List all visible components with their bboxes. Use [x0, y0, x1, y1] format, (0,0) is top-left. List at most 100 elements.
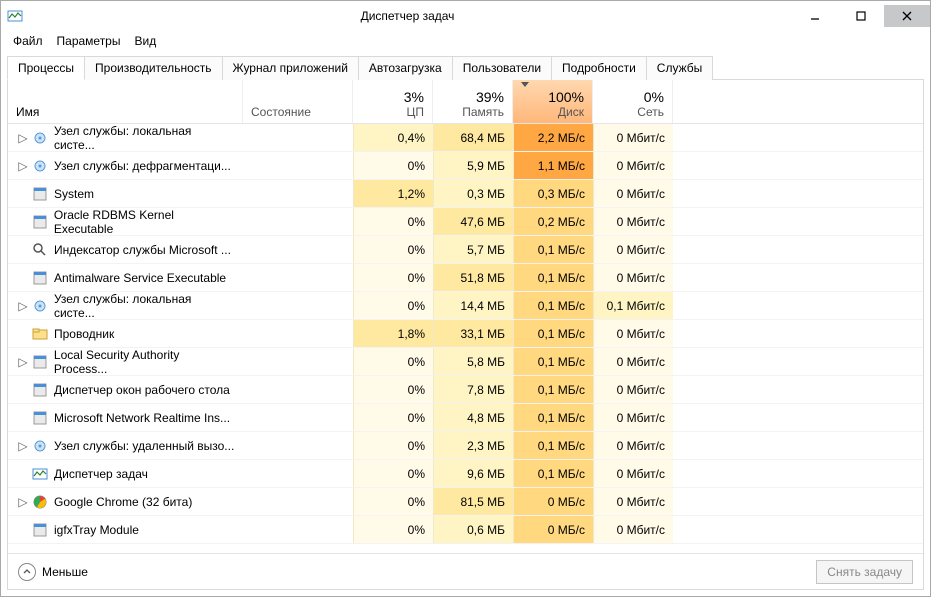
close-button[interactable] — [884, 5, 930, 27]
tab-users[interactable]: Пользователи — [452, 56, 552, 80]
col-cpu-label: ЦП — [361, 105, 424, 119]
process-icon — [32, 410, 48, 426]
expand-icon[interactable]: ▷ — [16, 439, 30, 453]
cell-disk: 0,1 МБ/с — [513, 404, 593, 431]
table-row[interactable]: System1,2%0,3 МБ0,3 МБ/с0 Мбит/с — [8, 180, 923, 208]
col-name[interactable]: Имя — [8, 80, 243, 123]
tab-details[interactable]: Подробности — [551, 56, 647, 80]
fewer-label: Меньше — [42, 565, 88, 579]
end-task-button[interactable]: Снять задачу — [816, 560, 913, 584]
cell-status — [243, 376, 353, 403]
table-row[interactable]: Antimalware Service Executable 0%51,8 МБ 0… — [8, 264, 923, 292]
expand-icon[interactable]: ▷ — [16, 159, 30, 173]
tab-processes[interactable]: Процессы — [7, 56, 85, 80]
process-name: Узел службы: локальная систе... — [54, 292, 235, 320]
cell-disk: 0,2 МБ/с — [513, 208, 593, 235]
window-controls — [792, 5, 930, 27]
menu-options[interactable]: Параметры — [57, 34, 121, 48]
cell-memory: 2,3 МБ — [433, 432, 513, 459]
tab-app-history[interactable]: Журнал приложений — [222, 56, 359, 80]
process-name: Проводник — [54, 327, 114, 341]
col-memory[interactable]: 39% Память — [433, 80, 513, 123]
process-icon — [32, 438, 48, 454]
process-name: Antimalware Service Executable — [54, 271, 226, 285]
process-view: Имя Состояние 3% ЦП 39% Память 100% Диск… — [7, 80, 924, 590]
cell-network: 0 Мбит/с — [593, 264, 673, 291]
table-row[interactable]: Oracle RDBMS Kernel Executable0%47,6 МБ0… — [8, 208, 923, 236]
table-row[interactable]: ▷Узел службы: удаленный вызо...0%2,3 МБ0… — [8, 432, 923, 460]
process-icon — [32, 354, 48, 370]
process-name: Узел службы: дефрагментаци... — [54, 159, 231, 173]
cell-name: ▷Узел службы: локальная систе... — [8, 124, 243, 151]
cell-name: Диспетчер окон рабочего стола — [8, 376, 243, 403]
cell-name: ▷Local Security Authority Process... — [8, 348, 243, 375]
expand-icon[interactable]: ▷ — [16, 131, 30, 145]
expand-icon[interactable]: ▷ — [16, 299, 30, 313]
process-name: Узел службы: удаленный вызо... — [54, 439, 234, 453]
process-name: igfxTray Module — [54, 523, 139, 537]
cell-memory: 33,1 МБ — [433, 320, 513, 347]
cell-status — [243, 516, 353, 543]
cell-cpu: 0% — [353, 516, 433, 543]
cell-disk: 0 МБ/с — [513, 516, 593, 543]
table-row[interactable]: ▷Узел службы: локальная систе...0%14,4 М… — [8, 292, 923, 320]
process-list[interactable]: ▷Узел службы: локальная систе...0,4%68,4… — [8, 124, 923, 553]
table-row[interactable]: Диспетчер задач0%9,6 МБ0,1 МБ/с0 Мбит/с — [8, 460, 923, 488]
cell-cpu: 0% — [353, 264, 433, 291]
cell-network: 0 Мбит/с — [593, 320, 673, 347]
cell-status — [243, 152, 353, 179]
expand-icon[interactable]: ▷ — [16, 355, 30, 369]
table-row[interactable]: ▷Google Chrome (32 бита)0%81,5 МБ0 МБ/с0… — [8, 488, 923, 516]
minimize-button[interactable] — [792, 5, 838, 27]
maximize-button[interactable] — [838, 5, 884, 27]
fewer-details-button[interactable]: Меньше — [18, 563, 88, 581]
tab-startup[interactable]: Автозагрузка — [358, 56, 453, 80]
cell-name: System — [8, 180, 243, 207]
table-row[interactable]: Проводник1,8%33,1 МБ0,1 МБ/с0 Мбит/с — [8, 320, 923, 348]
col-disk-label: Диск — [521, 105, 584, 119]
menu-view[interactable]: Вид — [134, 34, 156, 48]
titlebar: Диспетчер задач — [1, 1, 930, 31]
table-row[interactable]: ▷Local Security Authority Process...0%5,… — [8, 348, 923, 376]
cell-network: 0 Мбит/с — [593, 180, 673, 207]
tab-performance[interactable]: Производительность — [84, 56, 222, 80]
table-row[interactable]: Индексатор службы Microsoft ...0%5,7 МБ0… — [8, 236, 923, 264]
cell-memory: 51,8 МБ — [433, 264, 513, 291]
cell-cpu: 0% — [353, 488, 433, 515]
cell-memory: 68,4 МБ — [433, 124, 513, 151]
table-row[interactable]: ▷Узел службы: локальная систе...0,4%68,4… — [8, 124, 923, 152]
process-icon — [32, 326, 48, 342]
process-icon — [32, 214, 48, 230]
cell-memory: 9,6 МБ — [433, 460, 513, 487]
cell-cpu: 0% — [353, 208, 433, 235]
cell-status — [243, 348, 353, 375]
cell-name: ▷ Узел службы: локальная систе... — [8, 292, 243, 319]
cell-status — [243, 292, 353, 319]
cell-cpu: 0% — [353, 432, 433, 459]
table-row[interactable]: Microsoft Network Realtime Ins...0%4,8 М… — [8, 404, 923, 432]
col-disk[interactable]: 100% Диск — [513, 80, 593, 123]
menu-file[interactable]: Файл — [13, 34, 43, 48]
cell-memory: 5,8 МБ — [433, 348, 513, 375]
tab-services[interactable]: Службы — [646, 56, 713, 80]
col-net-label: Сеть — [601, 105, 664, 119]
process-icon — [32, 158, 48, 174]
process-icon — [32, 522, 48, 538]
col-cpu-pct: 3% — [361, 89, 424, 105]
cell-disk: 0,1 МБ/с — [513, 292, 593, 319]
col-status[interactable]: Состояние — [243, 80, 353, 123]
expand-icon[interactable]: ▷ — [16, 495, 30, 509]
table-row[interactable]: ▷Узел службы: дефрагментаци...0%5,9 МБ1,… — [8, 152, 923, 180]
col-cpu[interactable]: 3% ЦП — [353, 80, 433, 123]
cell-status — [243, 236, 353, 263]
table-row[interactable]: igfxTray Module0%0,6 МБ0 МБ/с0 Мбит/с — [8, 516, 923, 544]
cell-network: 0 Мбит/с — [593, 236, 673, 263]
cell-status — [243, 180, 353, 207]
table-row[interactable]: Диспетчер окон рабочего стола0%7,8 МБ0,1… — [8, 376, 923, 404]
col-network[interactable]: 0% Сеть — [593, 80, 673, 123]
cell-network: 0 Мбит/с — [593, 348, 673, 375]
cell-network: 0,1 Мбит/с — [593, 292, 673, 319]
cell-cpu: 0% — [353, 152, 433, 179]
cell-cpu: 1,8% — [353, 320, 433, 347]
cell-cpu: 0% — [353, 404, 433, 431]
